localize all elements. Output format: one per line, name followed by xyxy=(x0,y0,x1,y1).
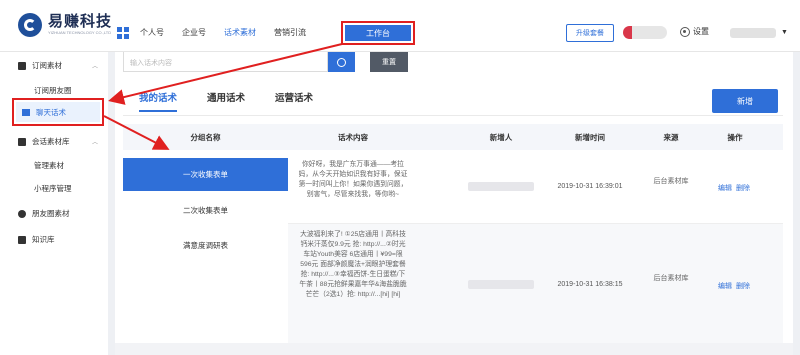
nav-personal[interactable]: 个人号 xyxy=(140,28,164,38)
apps-grid-icon[interactable] xyxy=(117,27,129,39)
tab-common-scripts[interactable]: 通用话术 xyxy=(207,90,245,112)
row-actions: 编辑 删除 xyxy=(718,281,754,291)
source-label: 后台素材库 xyxy=(653,275,689,282)
nav-enterprise[interactable]: 企业号 xyxy=(182,28,206,38)
sidebar-item-knowledge[interactable]: 知识库 xyxy=(0,234,108,245)
nav-script-material[interactable]: 话术素材 xyxy=(224,28,256,38)
nav-marketing[interactable]: 营销引流 xyxy=(274,28,306,38)
delete-link[interactable]: 删除 xyxy=(736,185,750,192)
script-content: 你好呀，我是广东万事通——考拉妈，从今天开始如识我有好事，保证第一时间叫上你！如… xyxy=(298,161,408,198)
column-header: 话术内容 xyxy=(338,133,368,142)
table-row: 你好呀，我是广东万事通——考拉妈，从今天开始如识我有好事，保证第一时间叫上你！如… xyxy=(288,152,783,224)
column-header: 新增人 xyxy=(489,133,513,142)
column-header: 来源 xyxy=(663,133,679,142)
sidebar-item-subscribe[interactable]: 订阅素材 ︿ xyxy=(0,60,108,71)
add-button[interactable]: 新增 xyxy=(712,89,778,113)
creator-name xyxy=(468,182,534,191)
source-label: 后台素材库 xyxy=(653,178,689,185)
sidebar-item-label: 会话素材库 xyxy=(32,137,70,146)
account-avatar[interactable] xyxy=(623,26,667,39)
logo[interactable]: 易赚科技 YIZHUAN TECHNOLOGY CO.,LTD xyxy=(18,13,112,37)
chevron-up-icon: ︿ xyxy=(92,64,99,70)
divider xyxy=(123,115,783,116)
book-icon xyxy=(18,235,26,244)
workbench-highlight: 工作台 xyxy=(341,21,415,45)
edit-link[interactable]: 编辑 xyxy=(718,185,732,192)
logo-subtitle: YIZHUAN TECHNOLOGY CO.,LTD xyxy=(48,30,112,35)
caret-down-icon[interactable]: ▼ xyxy=(781,29,788,36)
settings-label: 设置 xyxy=(693,27,709,36)
column-header: 新增时间 xyxy=(575,133,605,142)
column-header: 分组名称 xyxy=(190,133,221,142)
main-content: 输入话术内容 重置 我的话术 通用话术 运营话术 新增 分组名称 话术内容 新增… xyxy=(115,52,793,355)
sidebar-item-miniprogram[interactable]: 小程序管理 xyxy=(34,183,72,194)
search-input[interactable]: 输入话术内容 xyxy=(123,52,328,72)
chevron-up-icon: ︿ xyxy=(92,140,99,146)
chat-icon xyxy=(22,108,30,116)
created-time: 2019-10-31 16:38:15 xyxy=(557,281,623,288)
group-item[interactable]: 二次收集表单 xyxy=(123,199,288,223)
settings-link[interactable]: 设置 xyxy=(680,26,709,37)
sidebar-item-subscribe-moments[interactable]: 订阅朋友圈 xyxy=(34,85,72,96)
top-header: 易赚科技 YIZHUAN TECHNOLOGY CO.,LTD 个人号 企业号 … xyxy=(0,0,800,52)
table-header: 分组名称 话术内容 新增人 新增时间 来源 操作 xyxy=(123,124,783,150)
folder-icon xyxy=(18,137,26,146)
group-item[interactable]: 满意度调研表 xyxy=(123,234,288,258)
delete-link[interactable]: 删除 xyxy=(736,283,750,290)
sidebar-item-moments-material[interactable]: 朋友圈素材 xyxy=(0,208,108,219)
sidebar-item-manage-material[interactable]: 管理素材 xyxy=(34,160,64,171)
tab-my-scripts[interactable]: 我的话术 xyxy=(139,90,178,112)
logo-icon xyxy=(18,13,42,37)
user-name[interactable] xyxy=(730,28,776,38)
tab-ops-scripts[interactable]: 运营话术 xyxy=(275,90,313,112)
edit-link[interactable]: 编辑 xyxy=(718,283,732,290)
sidebar-item-session-library[interactable]: 会话素材库 ︿ xyxy=(0,136,108,147)
top-nav: 个人号 企业号 话术素材 营销引流 xyxy=(140,28,324,38)
sidebar-item-label: 知识库 xyxy=(32,235,55,244)
logo-name: 易赚科技 xyxy=(48,13,113,30)
table-row: 大波福利来了! ①25店通用丨高科技钙米汗蒸仅9.9元 抢: http://..… xyxy=(288,224,783,355)
gear-icon xyxy=(680,26,690,37)
tab-bar: 我的话术 通用话术 运营话术 xyxy=(139,90,343,112)
reset-button[interactable]: 重置 xyxy=(370,52,408,72)
footer-strip xyxy=(115,343,793,355)
material-icon xyxy=(18,61,26,70)
row-actions: 编辑 删除 xyxy=(718,183,754,193)
search-button[interactable] xyxy=(328,52,355,72)
column-header: 操作 xyxy=(727,133,743,142)
group-item[interactable]: 一次收集表单 xyxy=(123,158,288,191)
sidebar-item-chat-script[interactable]: 聊天话术 xyxy=(12,98,104,126)
sidebar-item-label: 聊天话术 xyxy=(36,107,66,117)
upgrade-plan-button[interactable]: 升级套餐 xyxy=(566,24,614,42)
sidebar-item-label: 朋友圈素材 xyxy=(32,209,70,218)
circle-icon xyxy=(18,209,26,218)
search-icon xyxy=(337,57,346,67)
workbench-button[interactable]: 工作台 xyxy=(345,25,411,41)
script-content: 大波福利来了! ①25店通用丨高科技钙米汗蒸仅9.9元 抢: http://..… xyxy=(299,231,407,298)
creator-name xyxy=(468,280,534,289)
created-time: 2019-10-31 16:39:01 xyxy=(557,183,623,190)
sidebar-item-label: 订阅素材 xyxy=(32,61,62,70)
